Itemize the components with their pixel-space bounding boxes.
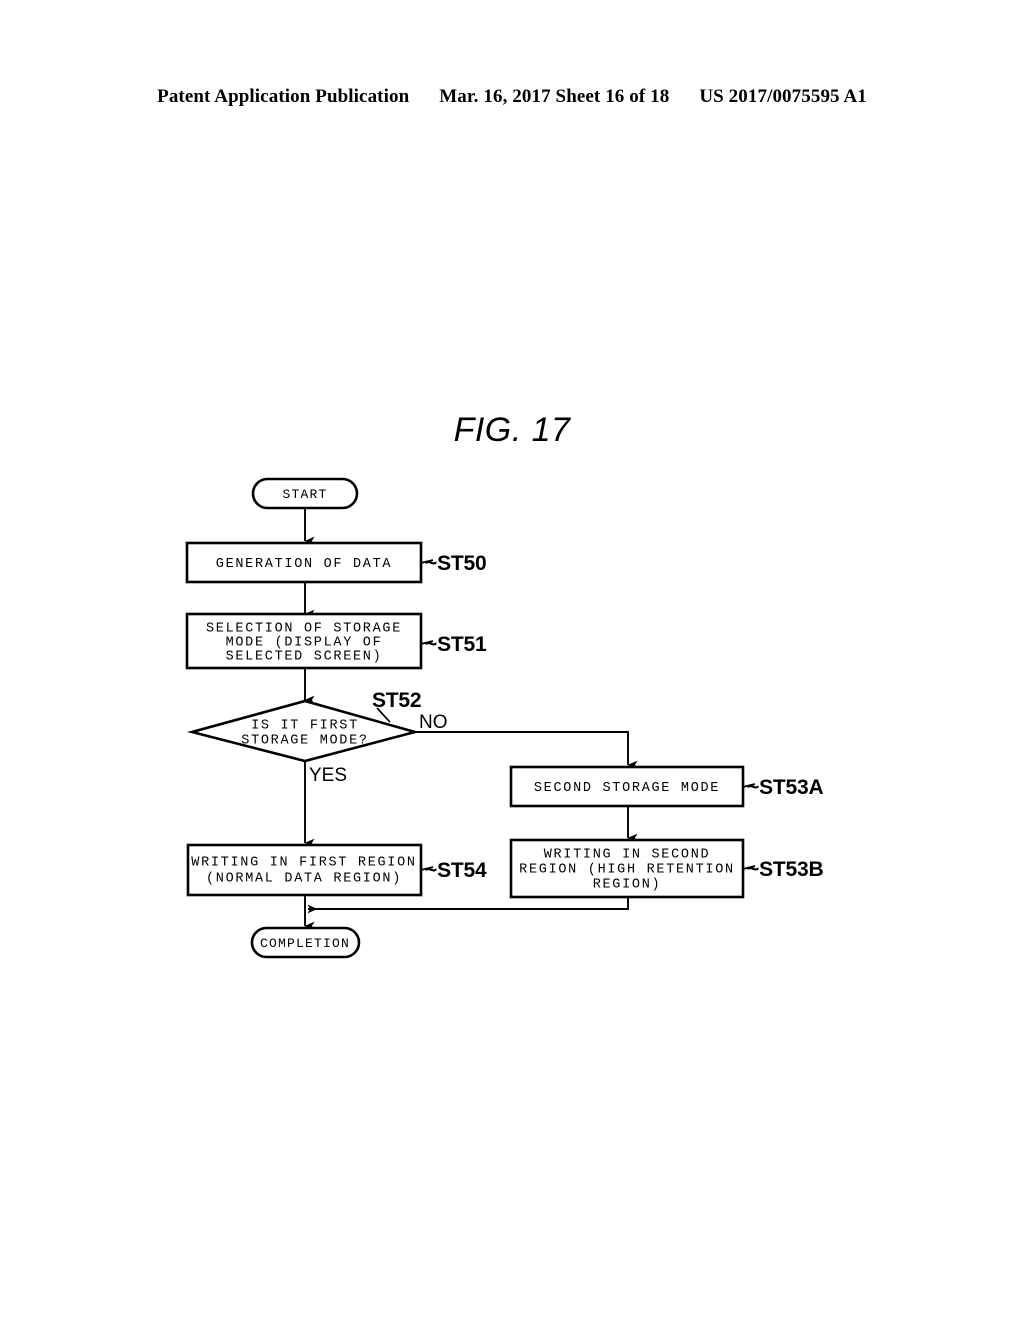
st53b-line-1: WRITING IN SECOND bbox=[544, 848, 711, 863]
st53b-ref-label: ~ST53B bbox=[747, 858, 823, 881]
st52-branch-no-label: NO bbox=[419, 712, 448, 733]
connector-st53b-to-completion bbox=[307, 897, 629, 914]
node-st51: SELECTION OF STORAGE MODE (DISPLAY OF SE… bbox=[185, 612, 487, 670]
st51-line-3: SELECTED SCREEN) bbox=[226, 650, 383, 665]
node-st53b: WRITING IN SECOND REGION (HIGH RETENTION… bbox=[509, 838, 824, 899]
st53b-line-3: REGION) bbox=[593, 878, 662, 893]
st53b-line-2: REGION (HIGH RETENTION bbox=[519, 863, 735, 878]
st53a-line-1: SECOND STORAGE MODE bbox=[534, 781, 720, 796]
node-st54: WRITING IN FIRST REGION (NORMAL DATA REG… bbox=[186, 843, 487, 897]
st53a-ref-label: ~ST53A bbox=[747, 776, 823, 799]
st54-line-2: (NORMAL DATA REGION) bbox=[206, 872, 402, 887]
st52-line-1: IS IT FIRST bbox=[251, 719, 359, 734]
node-st52-decision: IS IT FIRST STORAGE MODE? ST52 NO YES bbox=[186, 689, 448, 786]
node-st50: GENERATION OF DATA ~ST50 bbox=[185, 541, 487, 584]
st52-ref-label: ST52 bbox=[372, 689, 421, 712]
connector-st52-no-to-st53a bbox=[415, 731, 638, 770]
st51-line-1: SELECTION OF STORAGE bbox=[206, 622, 402, 637]
st50-line-1: GENERATION OF DATA bbox=[216, 557, 392, 572]
flowchart-diagram: START GENERATION OF DATA ~ST50 SELECTION… bbox=[0, 0, 1024, 1320]
st52-branch-yes-label: YES bbox=[309, 765, 347, 786]
st54-line-1: WRITING IN FIRST REGION bbox=[191, 856, 416, 871]
st52-line-2: STORAGE MODE? bbox=[241, 734, 368, 749]
node-st53a: SECOND STORAGE MODE ~ST53A bbox=[509, 765, 824, 808]
st54-ref-label: ~ST54 bbox=[425, 859, 487, 882]
st51-line-2: MODE (DISPLAY OF bbox=[226, 636, 383, 651]
st51-ref-label: ~ST51 bbox=[425, 633, 487, 656]
st50-ref-label: ~ST50 bbox=[425, 552, 486, 575]
node-start: START bbox=[251, 477, 359, 510]
completion-label: COMPLETION bbox=[260, 936, 350, 951]
start-label: START bbox=[282, 487, 327, 502]
node-completion: COMPLETION bbox=[250, 926, 361, 959]
